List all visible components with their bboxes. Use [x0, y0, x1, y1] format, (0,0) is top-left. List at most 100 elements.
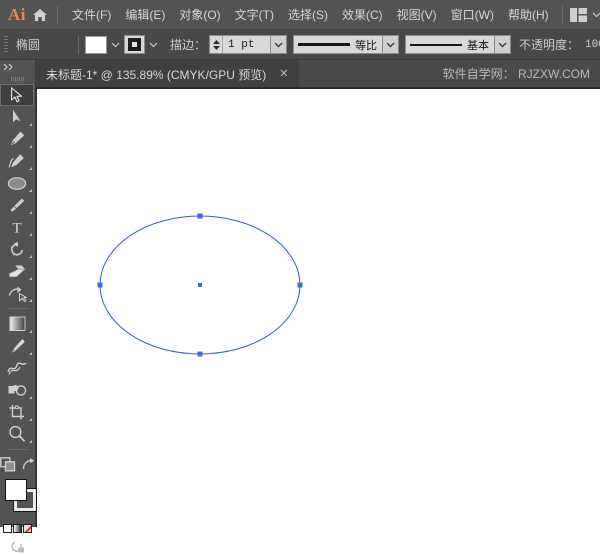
chevron-down-icon — [592, 12, 600, 18]
svg-text:T: T — [12, 221, 21, 236]
toolbar-drag-handle[interactable] — [0, 73, 35, 84]
home-icon[interactable] — [32, 5, 48, 25]
eraser-icon — [8, 265, 26, 277]
stepper-down-icon — [212, 45, 220, 50]
rotate-tool[interactable] — [0, 238, 34, 260]
menu-help[interactable]: 帮助(H) — [501, 3, 556, 26]
gradient-swatch-button[interactable] — [13, 524, 22, 533]
anchor-point-top[interactable] — [197, 213, 203, 219]
menu-object[interactable]: 对象(O) — [172, 3, 227, 26]
stroke-weight-dropdown[interactable] — [271, 35, 288, 54]
stepper-up-icon — [212, 39, 220, 44]
app-logo: Ai — [8, 5, 26, 24]
document-tab[interactable]: 未标题-1* @ 135.89% (CMYK/GPU 预览) ✕ — [36, 60, 300, 87]
toolbar-expand-button[interactable] — [0, 60, 35, 73]
double-chevron-right-icon — [3, 63, 13, 70]
gradient-tool[interactable] — [0, 313, 34, 335]
type-tool[interactable]: T — [0, 216, 34, 238]
rotate-arrow-icon — [10, 241, 23, 256]
tool-group-indicator — [29, 418, 32, 421]
menu-type[interactable]: 文字(T) — [228, 3, 281, 26]
menu-bar: Ai 文件(F) 编辑(E) 对象(O) 文字(T) 选择(S) 效果(C) 视… — [0, 0, 600, 30]
tool-group-indicator — [29, 352, 32, 355]
pen-tool[interactable] — [0, 128, 34, 150]
menu-items: 文件(F) 编辑(E) 对象(O) 文字(T) 选择(S) 效果(C) 视图(V… — [65, 3, 556, 26]
menubar-divider-2 — [561, 5, 563, 24]
close-icon[interactable]: ✕ — [276, 67, 291, 82]
fill-stroke-indicator — [0, 476, 37, 522]
toolbar-divider-1 — [7, 308, 28, 309]
tool-group-indicator — [29, 440, 32, 443]
direct-selection-tool[interactable] — [0, 106, 34, 128]
fill-color-dropdown[interactable] — [107, 35, 124, 55]
anchor-point-bottom[interactable] — [197, 351, 203, 357]
anchor-point-right[interactable] — [297, 282, 303, 288]
fill-color-swatch[interactable] — [85, 35, 107, 54]
pen-nib-icon — [11, 131, 24, 145]
anchor-point-left[interactable] — [97, 282, 103, 288]
workspace-switcher[interactable] — [569, 7, 600, 22]
stroke-profile-label: 等比 — [355, 39, 378, 52]
document-canvas[interactable] — [36, 88, 600, 527]
stroke-color-dropdown[interactable] — [145, 35, 162, 55]
eyedropper-tool[interactable] — [0, 335, 34, 357]
tools-panel: T — [0, 60, 37, 553]
opacity-label: 不透明度： — [519, 38, 580, 52]
menu-window[interactable]: 窗口(W) — [444, 3, 501, 26]
toolbar-fill-swatch[interactable] — [5, 479, 27, 501]
screen-mode-icon[interactable] — [10, 540, 25, 554]
selected-object-type: 椭圆 — [16, 38, 41, 52]
chevron-down-icon — [111, 42, 120, 48]
artboard-tool[interactable] — [0, 401, 34, 423]
control-divider-1 — [78, 35, 79, 54]
paintbrush-tool[interactable] — [0, 194, 34, 216]
tool-group-indicator — [29, 145, 32, 148]
stroke-profile-preview-icon — [298, 43, 351, 46]
ellipse-tool[interactable] — [0, 172, 34, 194]
stroke-profile-dropdown[interactable] — [383, 35, 400, 54]
tool-group-indicator — [29, 255, 32, 258]
control-bar-grip[interactable] — [4, 35, 8, 54]
selection-tool[interactable] — [0, 84, 34, 106]
gradient-square-icon — [9, 316, 25, 331]
stroke-color-swatch[interactable] — [124, 35, 145, 54]
menu-edit[interactable]: 编辑(E) — [118, 3, 172, 26]
menu-file[interactable]: 文件(F) — [65, 3, 118, 26]
shape-builder-tool[interactable] — [0, 379, 34, 401]
blend-tool[interactable] — [0, 357, 34, 379]
zoom-tool[interactable] — [0, 423, 34, 445]
opacity-value[interactable]: 100% — [582, 39, 600, 51]
watermark-text: 软件自学网： RJZXW.COM — [442, 67, 590, 81]
brush-definition-dropdown[interactable] — [495, 35, 512, 54]
menu-view[interactable]: 视图(V) — [390, 3, 444, 26]
curvature-tool[interactable] — [0, 150, 34, 172]
brush-definition-label: 基本 — [467, 39, 490, 52]
blend-squiggle-icon — [7, 361, 27, 375]
stroke-weight-stepper[interactable] — [210, 36, 224, 53]
stroke-weight-field[interactable]: 1 pt — [209, 35, 272, 54]
tool-group-indicator — [29, 277, 32, 280]
chevron-down-icon — [498, 42, 507, 48]
stroke-profile-select[interactable]: 等比 — [293, 35, 384, 54]
curved-arrow-icon[interactable] — [22, 457, 35, 471]
tool-group-indicator — [29, 396, 32, 399]
menu-select[interactable]: 选择(S) — [281, 3, 335, 26]
document-tab-title: 未标题-1* @ 135.89% (CMYK/GPU 预览) — [46, 68, 267, 82]
overlapping-squares-icon[interactable] — [0, 456, 16, 472]
arrow-cursor-icon — [10, 87, 23, 103]
stroke-weight-value: 1 pt — [228, 38, 255, 51]
tool-group-indicator — [29, 167, 32, 170]
menubar-divider-1 — [57, 5, 58, 24]
color-swatch-button[interactable] — [3, 524, 12, 533]
tool-group-indicator — [29, 330, 32, 333]
type-t-icon: T — [12, 221, 21, 236]
brush-definition-select[interactable]: 基本 — [405, 35, 496, 54]
none-swatch-button[interactable] — [23, 524, 32, 533]
shape-center-point[interactable] — [198, 283, 202, 287]
scale-arrow-icon — [8, 286, 27, 302]
eraser-tool[interactable] — [0, 260, 34, 282]
tool-group-indicator — [29, 189, 32, 192]
menu-effect[interactable]: 效果(C) — [335, 3, 390, 26]
scale-tool[interactable] — [0, 282, 34, 304]
curvature-pen-icon — [8, 153, 24, 167]
